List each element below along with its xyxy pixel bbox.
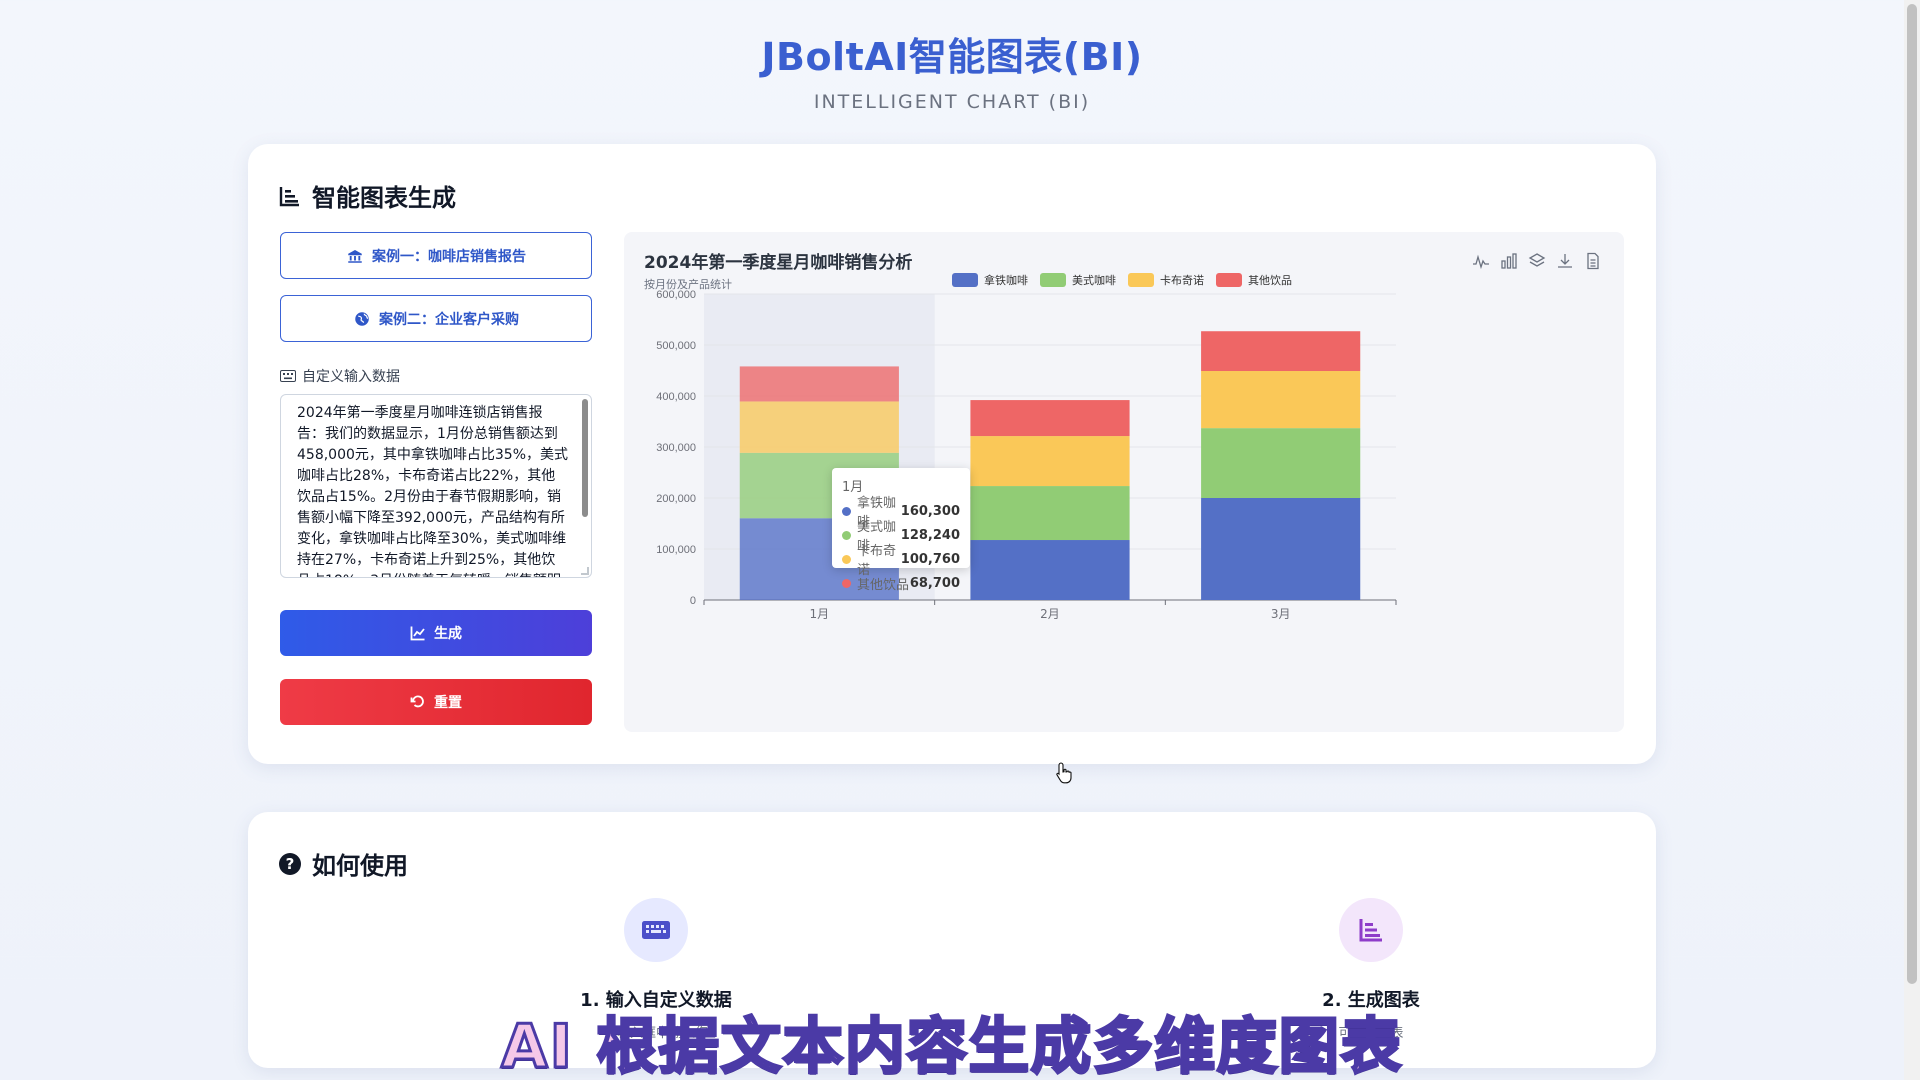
y-tick-label: 0	[690, 595, 696, 607]
reset-label: 重置	[434, 695, 462, 711]
step1-icon-circle	[624, 898, 688, 962]
data-view-icon[interactable]	[1584, 252, 1602, 270]
tooltip-value: 160,300	[900, 503, 960, 519]
stacked-bar-chart: 0100,000200,000300,000400,000500,000600,…	[656, 289, 1397, 621]
line-mode-icon[interactable]	[1472, 252, 1490, 270]
custom-data-textarea[interactable]: 2024年第一季度星月咖啡连锁店销售报告：我们的数据显示，1月份总销售额达到45…	[280, 394, 592, 578]
hand-cursor-icon	[1056, 762, 1072, 784]
page-header: JBoltAI智能图表(BI) INTELLIGENT CHART (BI)	[0, 26, 1904, 113]
tooltip-value: 100,760	[900, 551, 960, 567]
chart-toolbox	[1472, 252, 1602, 270]
chart-list-icon	[1359, 919, 1382, 942]
bar-mode-icon[interactable]	[1500, 252, 1518, 270]
help-title-text: 如何使用	[312, 852, 408, 880]
bar-segment	[970, 436, 1130, 487]
download-icon[interactable]	[1556, 252, 1574, 270]
tooltip-dot	[842, 530, 851, 540]
tooltip-series-name: 卡布奇诺	[857, 544, 897, 578]
page-title: JBoltAI智能图表(BI)	[761, 35, 1143, 79]
textarea-scrollbar[interactable]	[582, 399, 588, 517]
chart-generator-card: 智能图表生成 案例一：咖啡店销售报告 案例二：企业客户采购 自定义输入数据 20…	[248, 144, 1656, 784]
bar-segment	[739, 366, 899, 402]
legend-label: 其他饮品	[1248, 274, 1292, 287]
bar-segment	[1201, 331, 1361, 372]
case2-button[interactable]: 案例二：企业客户采购	[280, 295, 592, 342]
globe-icon	[355, 311, 369, 326]
y-tick-label: 200,000	[656, 493, 696, 505]
video-caption: AI 根据文本内容生成多维度图表	[500, 1011, 1403, 1080]
bar-segment	[970, 400, 1130, 437]
chart-tooltip: 1月 拿铁咖啡 160,300 美式咖啡 128,240 卡布奇诺 100,760 其他饮品…	[832, 468, 970, 593]
legend-label: 卡布奇诺	[1160, 274, 1204, 287]
case1-label: 案例一：咖啡店销售报告	[372, 248, 526, 265]
svg-text:?: ?	[286, 855, 295, 873]
custom-input-label-text: 自定义输入数据	[302, 369, 400, 385]
generate-label: 生成	[434, 626, 462, 642]
legend-label: 拿铁咖啡	[984, 274, 1028, 287]
legend-swatch	[952, 273, 978, 287]
chart-subtitle: 按月份及产品统计	[644, 276, 732, 292]
page-scrollbar[interactable]	[1904, 0, 1920, 1080]
step2-icon-circle	[1339, 898, 1403, 962]
y-tick-label: 300,000	[656, 442, 696, 454]
legend-item[interactable]: 卡布奇诺	[1128, 272, 1204, 288]
chart-title: 2024年第一季度星月咖啡销售分析	[644, 253, 913, 273]
question-circle-icon: ?	[279, 852, 301, 875]
undo-icon	[410, 695, 424, 708]
keyboard-icon	[642, 921, 670, 939]
tooltip-row: 其他饮品 68,700	[842, 571, 960, 595]
chart-list-icon	[279, 186, 299, 206]
page-scrollbar-thumb[interactable]	[1907, 4, 1917, 984]
x-tick-label: 2月	[1040, 607, 1060, 621]
tooltip-dot	[842, 506, 851, 516]
legend-label: 美式咖啡	[1072, 274, 1116, 287]
tooltip-dot	[842, 554, 851, 564]
case2-label: 案例二：企业客户采购	[379, 311, 519, 328]
bar-segment	[970, 486, 1130, 541]
textarea-content: 2024年第一季度星月咖啡连锁店销售报告：我们的数据显示，1月份总销售额达到45…	[297, 405, 569, 577]
custom-input-label: 自定义输入数据	[280, 366, 400, 386]
chart-legend: 拿铁咖啡 美式咖啡 卡布奇诺 其他饮品	[952, 272, 1292, 288]
legend-swatch	[1216, 273, 1242, 287]
bar-segment	[1201, 371, 1361, 429]
legend-swatch	[1128, 273, 1154, 287]
bar-segment	[1201, 498, 1361, 600]
tooltip-value: 128,240	[900, 527, 960, 543]
tooltip-series-name: 其他饮品	[857, 577, 910, 593]
textarea-resize-handle[interactable]	[581, 567, 589, 575]
tooltip-dot	[842, 578, 851, 588]
y-tick-label: 100,000	[656, 544, 696, 556]
tooltip-row: 卡布奇诺 100,760	[842, 544, 960, 578]
legend-item[interactable]: 其他饮品	[1216, 272, 1292, 288]
keyboard-icon	[280, 370, 296, 382]
building-icon	[348, 249, 362, 263]
chart-subtitle-text: 按月份及产品统计	[644, 278, 732, 291]
tooltip-rows: 拿铁咖啡 160,300 美式咖啡 128,240 卡布奇诺 100,760 其他饮品 68,…	[842, 496, 960, 595]
chart-panel: 0 100,000 200,000 300,000 400,000 500,000 600,…	[624, 232, 1624, 732]
generator-title-text: 智能图表生成	[312, 184, 456, 212]
bar-segment	[970, 540, 1130, 600]
bar-segment	[1201, 428, 1361, 498]
generate-button[interactable]: 生成	[280, 610, 592, 656]
reset-button[interactable]: 重置	[280, 679, 592, 725]
line-chart-icon	[410, 626, 425, 641]
legend-swatch	[1040, 273, 1066, 287]
stack-mode-icon[interactable]	[1528, 252, 1546, 270]
page-subtitle: INTELLIGENT CHART (BI)	[813, 91, 1091, 113]
help-section-title: ? 如何使用	[278, 846, 408, 881]
y-tick-label: 500,000	[656, 340, 696, 352]
legend-item[interactable]: 拿铁咖啡	[952, 272, 1028, 288]
x-tick-label: 3月	[1271, 607, 1291, 621]
generator-section-title: 智能图表生成	[278, 178, 456, 213]
x-tick-label: 1月	[810, 607, 830, 621]
bar-segment	[739, 401, 899, 453]
tooltip-value: 68,700	[909, 575, 960, 591]
case1-button[interactable]: 案例一：咖啡店销售报告	[280, 232, 592, 279]
y-tick-label: 400,000	[656, 391, 696, 403]
legend-item[interactable]: 美式咖啡	[1040, 272, 1116, 288]
